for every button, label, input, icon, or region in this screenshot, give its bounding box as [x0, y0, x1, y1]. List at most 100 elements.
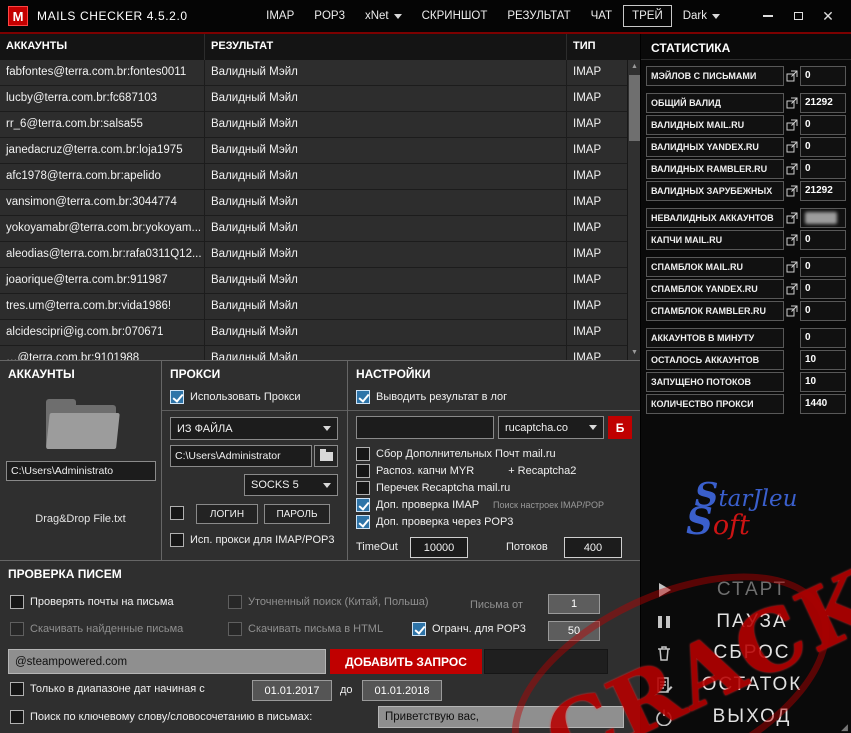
export-icon[interactable] — [784, 70, 800, 83]
log-output-checkbox[interactable]: Выводить результат в лог — [356, 390, 507, 404]
query-list-box[interactable] — [484, 649, 608, 674]
date-from-picker[interactable]: 01.01.2017 — [252, 680, 332, 701]
table-row[interactable]: vansimon@terra.com.br:3044774 Валидный Мэ… — [0, 190, 627, 216]
checkbox-unchecked-icon[interactable] — [10, 710, 24, 724]
date-range-checkbox[interactable]: Только в диапазоне дат начиная с — [10, 682, 205, 696]
export-icon[interactable] — [784, 283, 800, 296]
proxy-login-button[interactable]: ЛОГИН — [196, 504, 258, 524]
export-icon[interactable] — [784, 234, 800, 247]
scroll-down-icon[interactable]: ▼ — [628, 346, 640, 360]
checkbox-unchecked-icon[interactable] — [10, 595, 24, 609]
checkbox-unchecked-icon[interactable] — [356, 447, 370, 461]
exit-button[interactable]: ВЫХОД — [641, 701, 851, 733]
checkbox-unchecked-icon[interactable] — [170, 533, 184, 547]
menu-screenshot[interactable]: СКРИНШОТ — [413, 5, 497, 27]
download-html-checkbox[interactable]: Скачивать письма в HTML — [228, 622, 383, 636]
search-query-input[interactable] — [8, 649, 326, 674]
export-icon[interactable] — [784, 141, 800, 154]
proxy-password-button[interactable]: ПАРОЛЬ — [264, 504, 330, 524]
menu-imap[interactable]: IMAP — [257, 5, 303, 27]
resize-grip[interactable]: ◢ — [841, 723, 849, 732]
table-row[interactable]: lucby@terra.com.br:fc687103 Валидный Мэйл… — [0, 86, 627, 112]
open-accounts-folder-icon[interactable] — [46, 399, 120, 449]
proxy-path-input[interactable] — [170, 445, 312, 467]
keyword-search-checkbox[interactable]: Поиск по ключевому слову/словосочетанию … — [10, 710, 312, 724]
export-icon[interactable] — [784, 261, 800, 274]
rest-button[interactable]: ОСТАТОК — [641, 669, 851, 701]
theme-selector[interactable]: Dark — [674, 5, 729, 27]
download-letters-checkbox[interactable]: Скачивать найденные письма — [10, 622, 183, 636]
recheck-recaptcha-checkbox[interactable]: Перечек Recaptcha mail.ru — [356, 481, 510, 495]
proxy-type-dropdown[interactable]: SOCKS 5 — [244, 474, 338, 496]
checkbox-unchecked-icon[interactable] — [356, 481, 370, 495]
imap-extra-check-checkbox[interactable]: Доп. проверка IMAP Поиск настроек IMAP/P… — [356, 498, 604, 512]
table-row[interactable]: janedacruz@terra.com.br:loja1975 Валидный… — [0, 138, 627, 164]
table-row[interactable]: fabfontes@terra.com.br:fontes0011 Валидны… — [0, 60, 627, 86]
timeout-input[interactable] — [410, 537, 468, 558]
table-row[interactable]: rr_6@terra.com.br:salsa55 Валидный Мэйл IM… — [0, 112, 627, 138]
recognize-captcha-checkbox[interactable]: Распоз. капчи MYR + Recaptcha2 — [356, 464, 576, 478]
checkbox-unchecked-icon[interactable] — [356, 464, 370, 478]
use-proxy-for-imap-checkbox[interactable]: Исп. прокси для IMAP/POP3 — [170, 533, 334, 547]
collect-extra-mail-checkbox[interactable]: Сбор Дополнительных Почт mail.ru — [356, 447, 556, 461]
minimize-button[interactable] — [753, 3, 783, 29]
check-letters-checkbox[interactable]: Проверять почты на письма — [10, 595, 174, 609]
table-row[interactable]: tres.um@terra.com.br:vida1986! Валидный М… — [0, 294, 627, 320]
reset-button[interactable]: СБРОС — [641, 638, 851, 670]
table-row[interactable]: aleodias@terra.com.br:rafa0311Q12... Вали… — [0, 242, 627, 268]
maximize-button[interactable] — [783, 3, 813, 29]
checkbox-checked-icon[interactable] — [412, 622, 426, 636]
close-button[interactable]: ✕ — [813, 3, 843, 29]
checkbox-checked-icon[interactable] — [170, 390, 184, 404]
checkbox-checked-icon[interactable] — [356, 390, 370, 404]
date-to-picker[interactable]: 01.01.2018 — [362, 680, 442, 701]
table-row[interactable]: yokoyamabr@terra.com.br:yokoyam... Валидн… — [0, 216, 627, 242]
scroll-up-icon[interactable]: ▲ — [628, 60, 640, 74]
table-row[interactable]: afc1978@terra.com.br:apelido Валидный Мэй… — [0, 164, 627, 190]
export-icon[interactable] — [784, 163, 800, 176]
export-icon[interactable] — [784, 119, 800, 132]
chevron-down-icon — [712, 13, 720, 19]
balance-button[interactable]: Б — [608, 416, 632, 439]
export-icon[interactable] — [784, 212, 800, 225]
checkbox-checked-icon[interactable] — [356, 498, 370, 512]
table-scrollbar[interactable]: ▲ ▼ — [627, 60, 640, 360]
threads-input[interactable] — [564, 537, 622, 558]
checkbox-unchecked-icon[interactable] — [10, 682, 24, 696]
export-icon[interactable] — [784, 97, 800, 110]
keyword-input[interactable] — [378, 706, 624, 728]
pop3-extra-check-checkbox[interactable]: Доп. проверка через POP3 — [356, 515, 513, 529]
menu-result[interactable]: РЕЗУЛЬТАТ — [498, 5, 579, 27]
proxy-source-dropdown[interactable]: ИЗ ФАЙЛА — [170, 417, 338, 440]
proxy-auth-checkbox[interactable] — [170, 506, 184, 520]
refined-search-checkbox[interactable]: Уточненный поиск (Китай, Польша) — [228, 595, 429, 609]
accounts-path-input[interactable] — [6, 461, 156, 481]
menu-pop3[interactable]: POP3 — [305, 5, 354, 27]
result-cell: Валидный Мэйл — [205, 138, 567, 163]
header-type[interactable]: ТИП — [567, 34, 627, 60]
use-proxy-checkbox[interactable]: Использовать Прокси — [170, 390, 301, 404]
menu-chat[interactable]: ЧАТ — [582, 5, 621, 27]
type-cell: IMAP — [573, 170, 602, 182]
header-accounts[interactable]: АККАУНТЫ — [0, 34, 205, 60]
checkbox-checked-icon[interactable] — [356, 515, 370, 529]
pop3-limit-checkbox[interactable]: Огранч. для POP3 — [412, 622, 526, 636]
table-row[interactable]: …@terra.com.br:9101988 Валидный Мэйл IMAP — [0, 346, 627, 360]
menu-xnet[interactable]: xNet — [356, 5, 411, 27]
checkbox-unchecked-icon[interactable] — [170, 506, 184, 520]
export-icon[interactable] — [784, 185, 800, 198]
add-query-button[interactable]: ДОБАВИТЬ ЗАПРОС — [330, 649, 482, 674]
browse-proxy-file-button[interactable] — [314, 445, 338, 467]
pause-button[interactable]: ПАУЗА — [641, 606, 851, 638]
letters-from-value[interactable]: 1 — [548, 594, 600, 614]
table-row[interactable]: alcidescipri@ig.com.br:070671 Валидный Мэ… — [0, 320, 627, 346]
captcha-key-input[interactable] — [356, 416, 494, 439]
menu-tray[interactable]: ТРЕЙ — [623, 5, 672, 27]
captcha-service-dropdown[interactable]: rucaptcha.co — [498, 416, 604, 439]
scrollbar-thumb[interactable] — [629, 75, 640, 141]
export-icon[interactable] — [784, 305, 800, 318]
pop3-limit-value[interactable]: 50 — [548, 621, 600, 641]
header-result[interactable]: РЕЗУЛЬТАТ — [205, 34, 567, 60]
table-row[interactable]: joaorique@terra.com.br:911987 Валидный Мэ… — [0, 268, 627, 294]
start-button[interactable]: СТАРТ — [641, 574, 851, 606]
